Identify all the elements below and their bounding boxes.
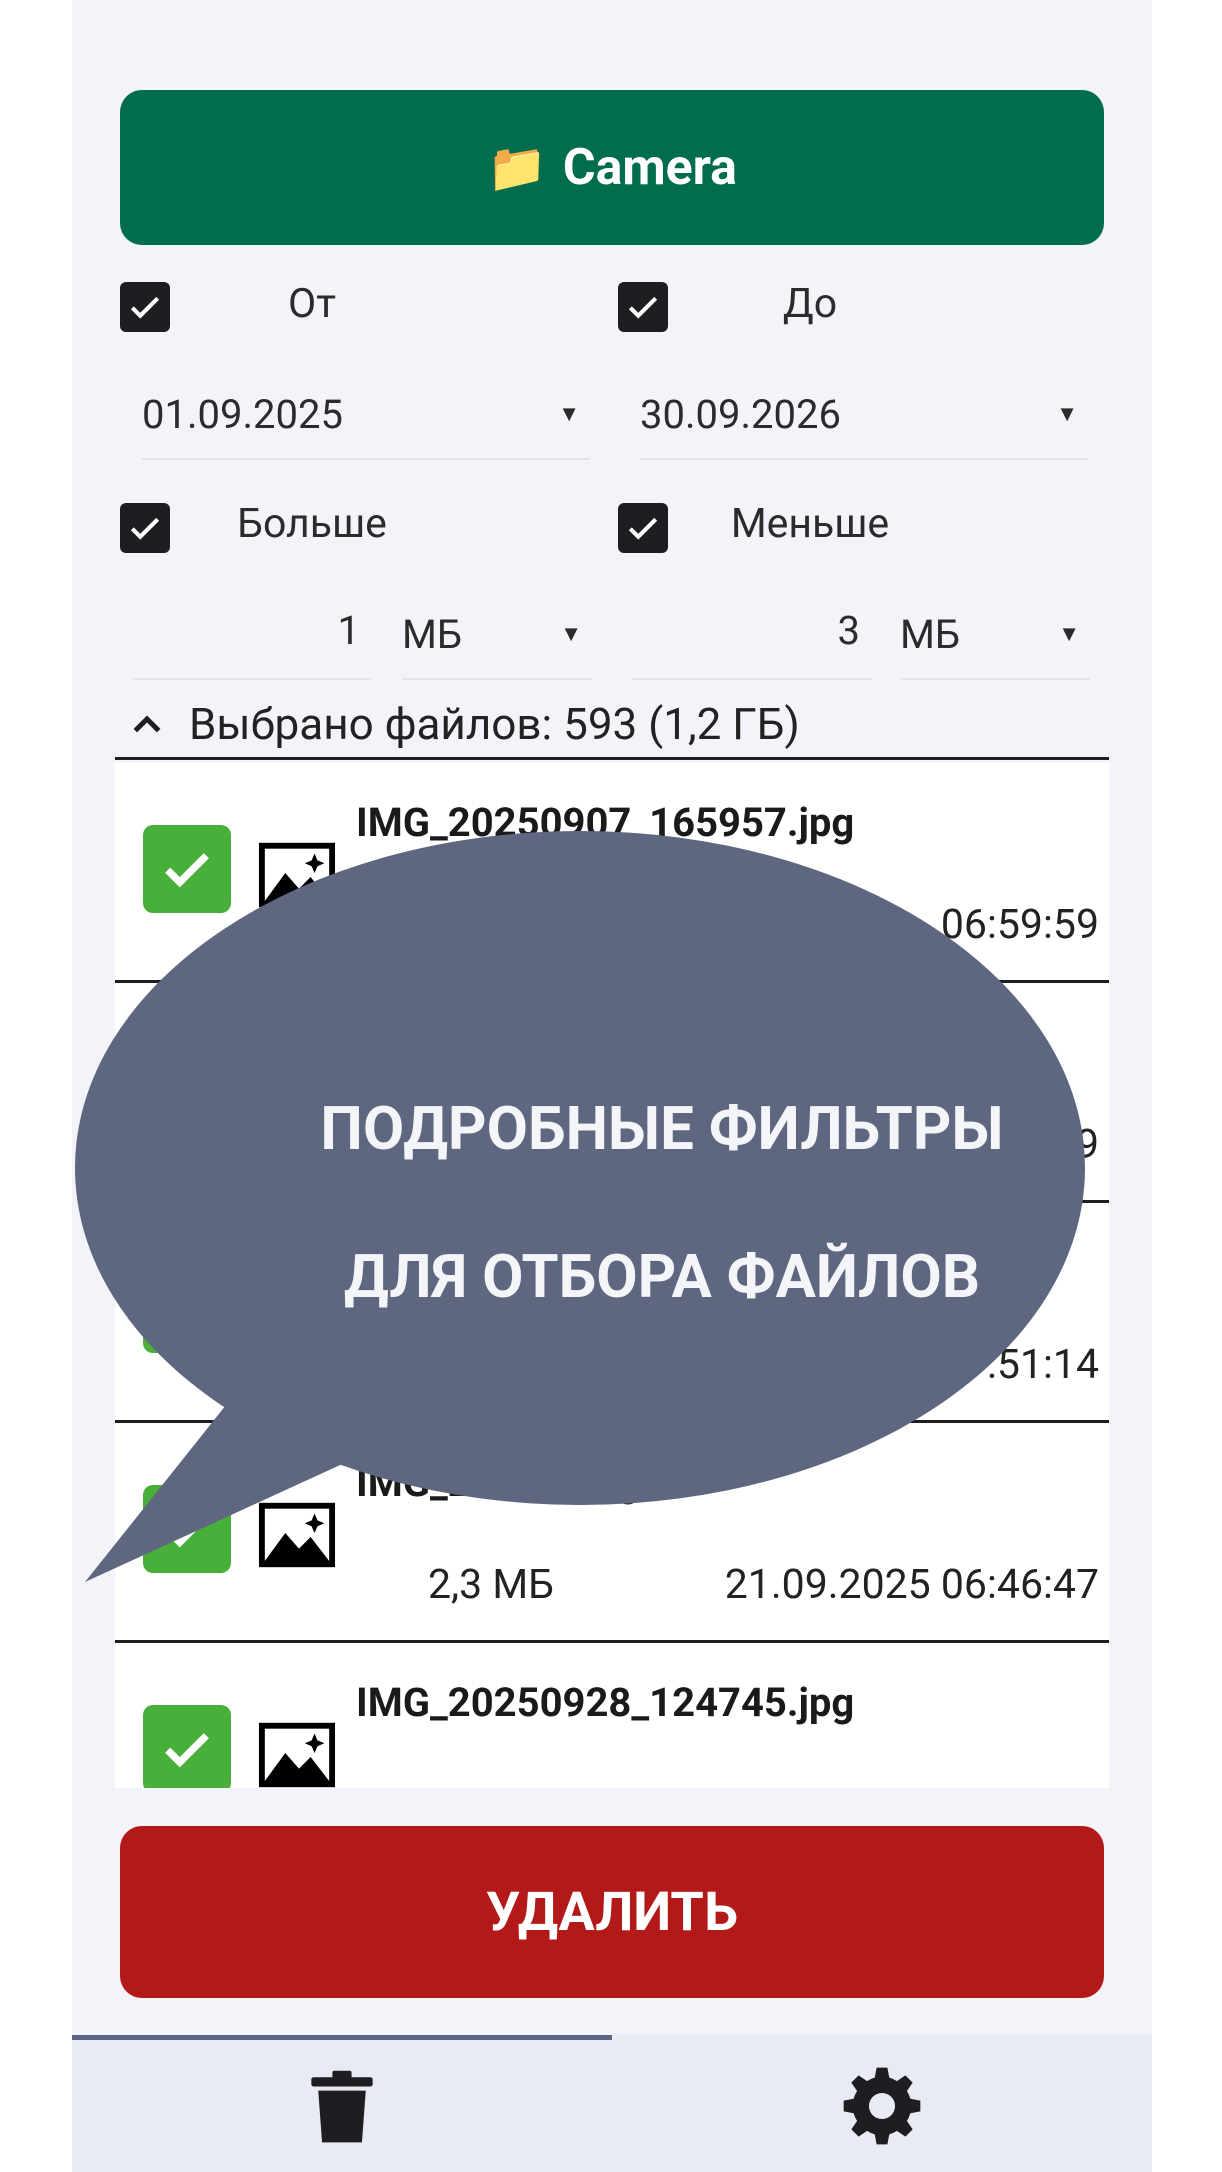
tab-settings[interactable]	[612, 2040, 1152, 2172]
file-name: IMG_20250928_124745.jpg	[356, 1679, 855, 1726]
file-list: IMG_20250907_165957.jpg 06:59:59 9 :51:1…	[115, 763, 1109, 1788]
file-size: 2,3 МБ	[428, 1561, 554, 1609]
file-select-checkbox[interactable]	[143, 825, 231, 913]
chevron-up-icon	[133, 714, 161, 732]
gear-icon	[843, 2067, 921, 2145]
folder-select-button[interactable]: 📁 Camera	[120, 90, 1104, 245]
from-date-dropdown[interactable]: 01.09.2025 ▼	[142, 370, 590, 460]
checkmark-icon	[165, 1513, 209, 1548]
file-select-checkbox[interactable]	[143, 1485, 231, 1573]
list-item[interactable]: 9	[115, 983, 1109, 1203]
list-item[interactable]: IMG_20250928_124745.jpg	[115, 1643, 1109, 1788]
checkmark-icon	[165, 1733, 209, 1768]
from-label: От	[288, 280, 336, 328]
list-item[interactable]: :51:14	[115, 1203, 1109, 1423]
to-date-value: 30.09.2026	[640, 390, 841, 438]
file-select-checkbox[interactable]	[143, 1045, 231, 1133]
bottom-navigation	[72, 2035, 1152, 2172]
file-date: 21.09.2025 06:46:47	[724, 1561, 1099, 1609]
file-name: IMG_2 4646.jpg	[356, 1459, 640, 1506]
folder-button-label: Camera	[562, 138, 737, 197]
to-label: До	[782, 280, 838, 328]
dropdown-arrow-icon: ▼	[560, 622, 582, 647]
checkmark-icon	[130, 296, 160, 319]
checkmark-icon	[130, 517, 160, 540]
list-item[interactable]: IMG_2 4646.jpg 2,3 МБ 21.09.2025 06:46:4…	[115, 1423, 1109, 1643]
file-date: :51:14	[986, 1341, 1099, 1389]
file-select-checkbox[interactable]	[143, 1265, 231, 1353]
image-file-icon	[258, 1722, 336, 1788]
to-date-checkbox[interactable]	[618, 282, 668, 332]
app-screen: 📁 Camera От До 01.09.2025 ▼ 30.09.2026 ▼…	[72, 0, 1152, 2172]
image-file-icon	[258, 1282, 336, 1348]
image-file-icon	[258, 1502, 336, 1568]
file-date: 9	[1075, 1121, 1099, 1169]
from-date-checkbox[interactable]	[120, 282, 170, 332]
checkmark-icon	[165, 853, 209, 888]
smaller-than-label: Меньше	[730, 500, 890, 548]
trash-icon	[311, 2070, 373, 2143]
to-date-dropdown[interactable]: 30.09.2026 ▼	[640, 370, 1088, 460]
image-file-icon	[258, 1062, 336, 1128]
dropdown-arrow-icon: ▼	[1058, 622, 1080, 647]
checkmark-icon	[165, 1073, 209, 1108]
file-name: IMG_20250907_165957.jpg	[356, 799, 855, 846]
dropdown-arrow-icon: ▼	[1056, 402, 1078, 427]
dropdown-arrow-icon: ▼	[558, 402, 580, 427]
checkmark-icon	[628, 517, 658, 540]
selection-summary-text: Выбрано файлов: 593 (1,2 ГБ)	[189, 697, 800, 750]
delete-button[interactable]: УДАЛИТЬ	[120, 1826, 1104, 1998]
min-size-input[interactable]: 1	[132, 582, 372, 680]
file-date: 06:59:59	[940, 901, 1099, 949]
list-item[interactable]: IMG_20250907_165957.jpg 06:59:59	[115, 763, 1109, 983]
folder-icon: 📁	[487, 139, 547, 196]
selection-summary-toggle[interactable]: Выбрано файлов: 593 (1,2 ГБ)	[115, 690, 1109, 760]
max-size-unit: МБ	[900, 610, 961, 658]
min-size-unit: МБ	[402, 610, 463, 658]
larger-than-checkbox[interactable]	[120, 503, 170, 553]
checkmark-icon	[165, 1293, 209, 1328]
larger-than-label: Больше	[237, 500, 387, 548]
file-select-checkbox[interactable]	[143, 1705, 231, 1788]
max-size-input[interactable]: 3	[632, 582, 872, 680]
from-date-value: 01.09.2025	[142, 390, 343, 438]
image-file-icon	[258, 842, 336, 908]
checkmark-icon	[628, 296, 658, 319]
min-size-unit-dropdown[interactable]: МБ ▼	[402, 590, 592, 680]
max-size-unit-dropdown[interactable]: МБ ▼	[900, 590, 1090, 680]
smaller-than-checkbox[interactable]	[618, 503, 668, 553]
tab-delete[interactable]	[72, 2040, 612, 2172]
